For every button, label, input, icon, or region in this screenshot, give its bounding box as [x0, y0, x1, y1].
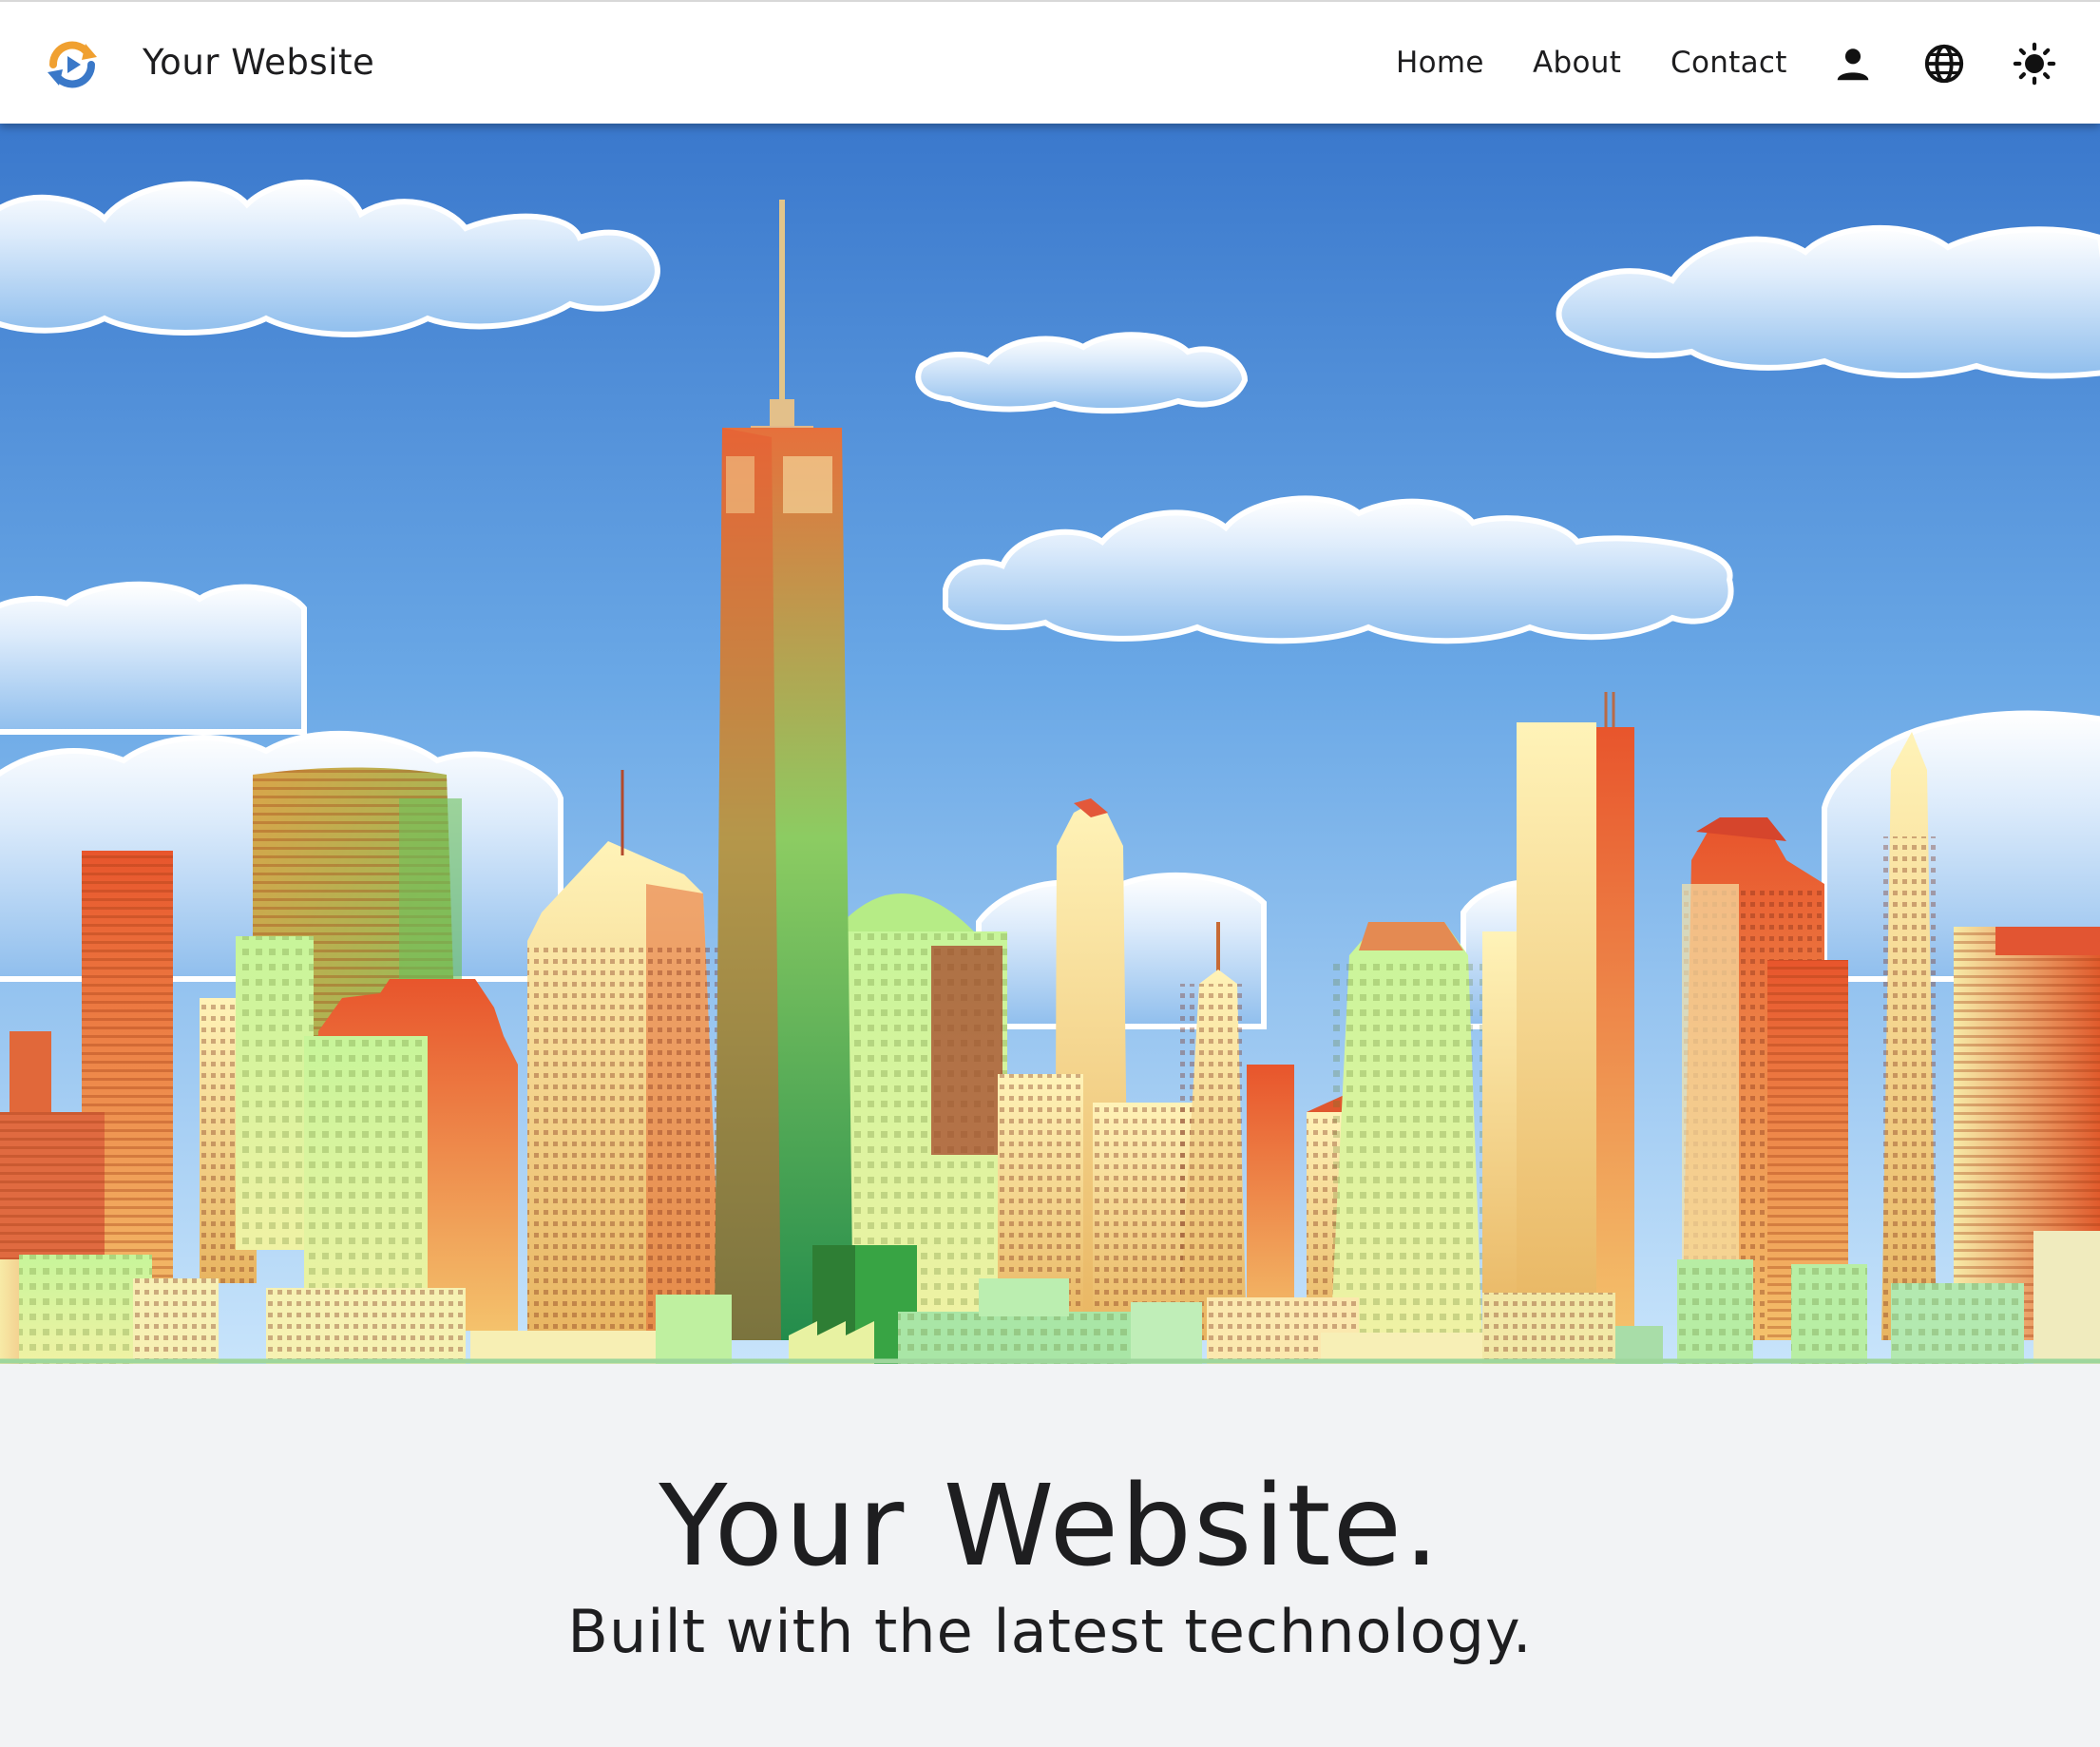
- person-icon[interactable]: [1831, 42, 1875, 86]
- refresh-play-logo[interactable]: [44, 36, 101, 93]
- hero-skyline-image: [0, 124, 2100, 1364]
- brand-name[interactable]: Your Website: [143, 36, 374, 89]
- page-title: Your Website.: [659, 1460, 1441, 1591]
- nav-link-contact[interactable]: Contact: [1670, 40, 1787, 86]
- page-subtitle: Built with the latest technology.: [567, 1597, 1533, 1666]
- nav-link-about[interactable]: About: [1533, 40, 1621, 86]
- hero-tagline-section: Your Website. Built with the latest tech…: [0, 1364, 2100, 1747]
- top-navbar: Your Website Home About Contact: [0, 0, 2100, 124]
- sun-icon[interactable]: [2013, 42, 2056, 86]
- globe-icon[interactable]: [1922, 42, 1966, 86]
- nav-link-home[interactable]: Home: [1396, 40, 1484, 86]
